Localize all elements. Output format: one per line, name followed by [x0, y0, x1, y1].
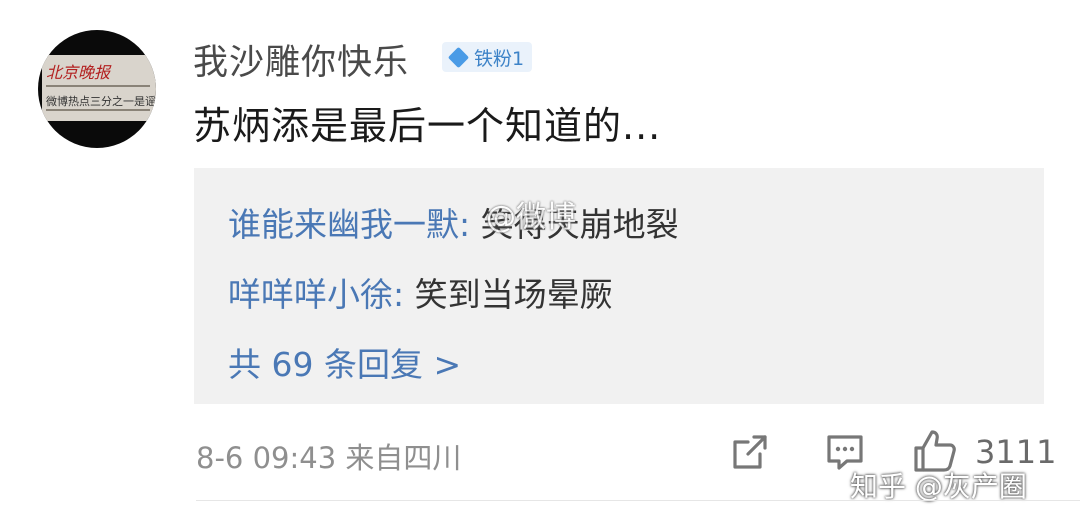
- reply-item[interactable]: 咩咩咩小徐: 笑到当场晕厥: [228, 268, 613, 316]
- reply-item[interactable]: 谁能来幽我一默: 笑得天崩地裂: [228, 198, 679, 246]
- avatar-divider: [46, 85, 150, 87]
- diamond-icon: [447, 46, 470, 68]
- reply-text: 笑到当场晕厥: [404, 275, 613, 314]
- divider: [196, 500, 1080, 501]
- avatar-text-masthead: 北京晚报: [46, 63, 111, 82]
- username[interactable]: 我沙雕你快乐: [193, 34, 409, 85]
- fan-badge[interactable]: 铁粉1: [442, 42, 533, 72]
- reply-author[interactable]: 咩咩咩小徐:: [228, 275, 404, 314]
- avatar-text-headline: 微博热点三分之一是谣言: [46, 95, 156, 108]
- view-all-replies-link[interactable]: 共 69 条回复 >: [228, 338, 461, 386]
- avatar-image: 北京晚报 微博热点三分之一是谣言: [42, 55, 156, 121]
- reply-preview-box[interactable]: 谁能来幽我一默: 笑得天崩地裂 咩咩咩小徐: 笑到当场晕厥 共 69 条回复 >…: [194, 168, 1044, 404]
- timestamp-location: 8-6 09:43 来自四川: [196, 441, 462, 475]
- zhihu-watermark: 知乎 @灰产圈: [850, 470, 1027, 503]
- share-icon[interactable]: [730, 432, 770, 472]
- avatar-divider-2: [46, 109, 150, 111]
- avatar[interactable]: 北京晚报 微博热点三分之一是谣言: [38, 30, 156, 148]
- fan-badge-label: 铁粉1: [474, 47, 525, 70]
- reply-author[interactable]: 谁能来幽我一默:: [228, 205, 470, 244]
- comment-text: 苏炳添是最后一个知道的...: [193, 104, 662, 148]
- weibo-watermark: @微博: [486, 200, 576, 235]
